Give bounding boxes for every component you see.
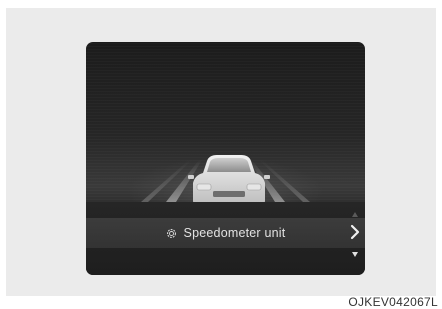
menu-item-label: Speedometer unit bbox=[183, 226, 286, 240]
gear-icon bbox=[166, 228, 176, 238]
cluster-display: Speedometer unit bbox=[86, 42, 365, 275]
chevron-right-icon[interactable] bbox=[350, 224, 360, 240]
menu-item-speedometer-unit[interactable]: Speedometer unit bbox=[86, 218, 365, 248]
scroll-down-indicator bbox=[352, 252, 358, 257]
figure-code: OJKEV042067L bbox=[348, 295, 438, 309]
scroll-up-indicator bbox=[352, 212, 358, 217]
